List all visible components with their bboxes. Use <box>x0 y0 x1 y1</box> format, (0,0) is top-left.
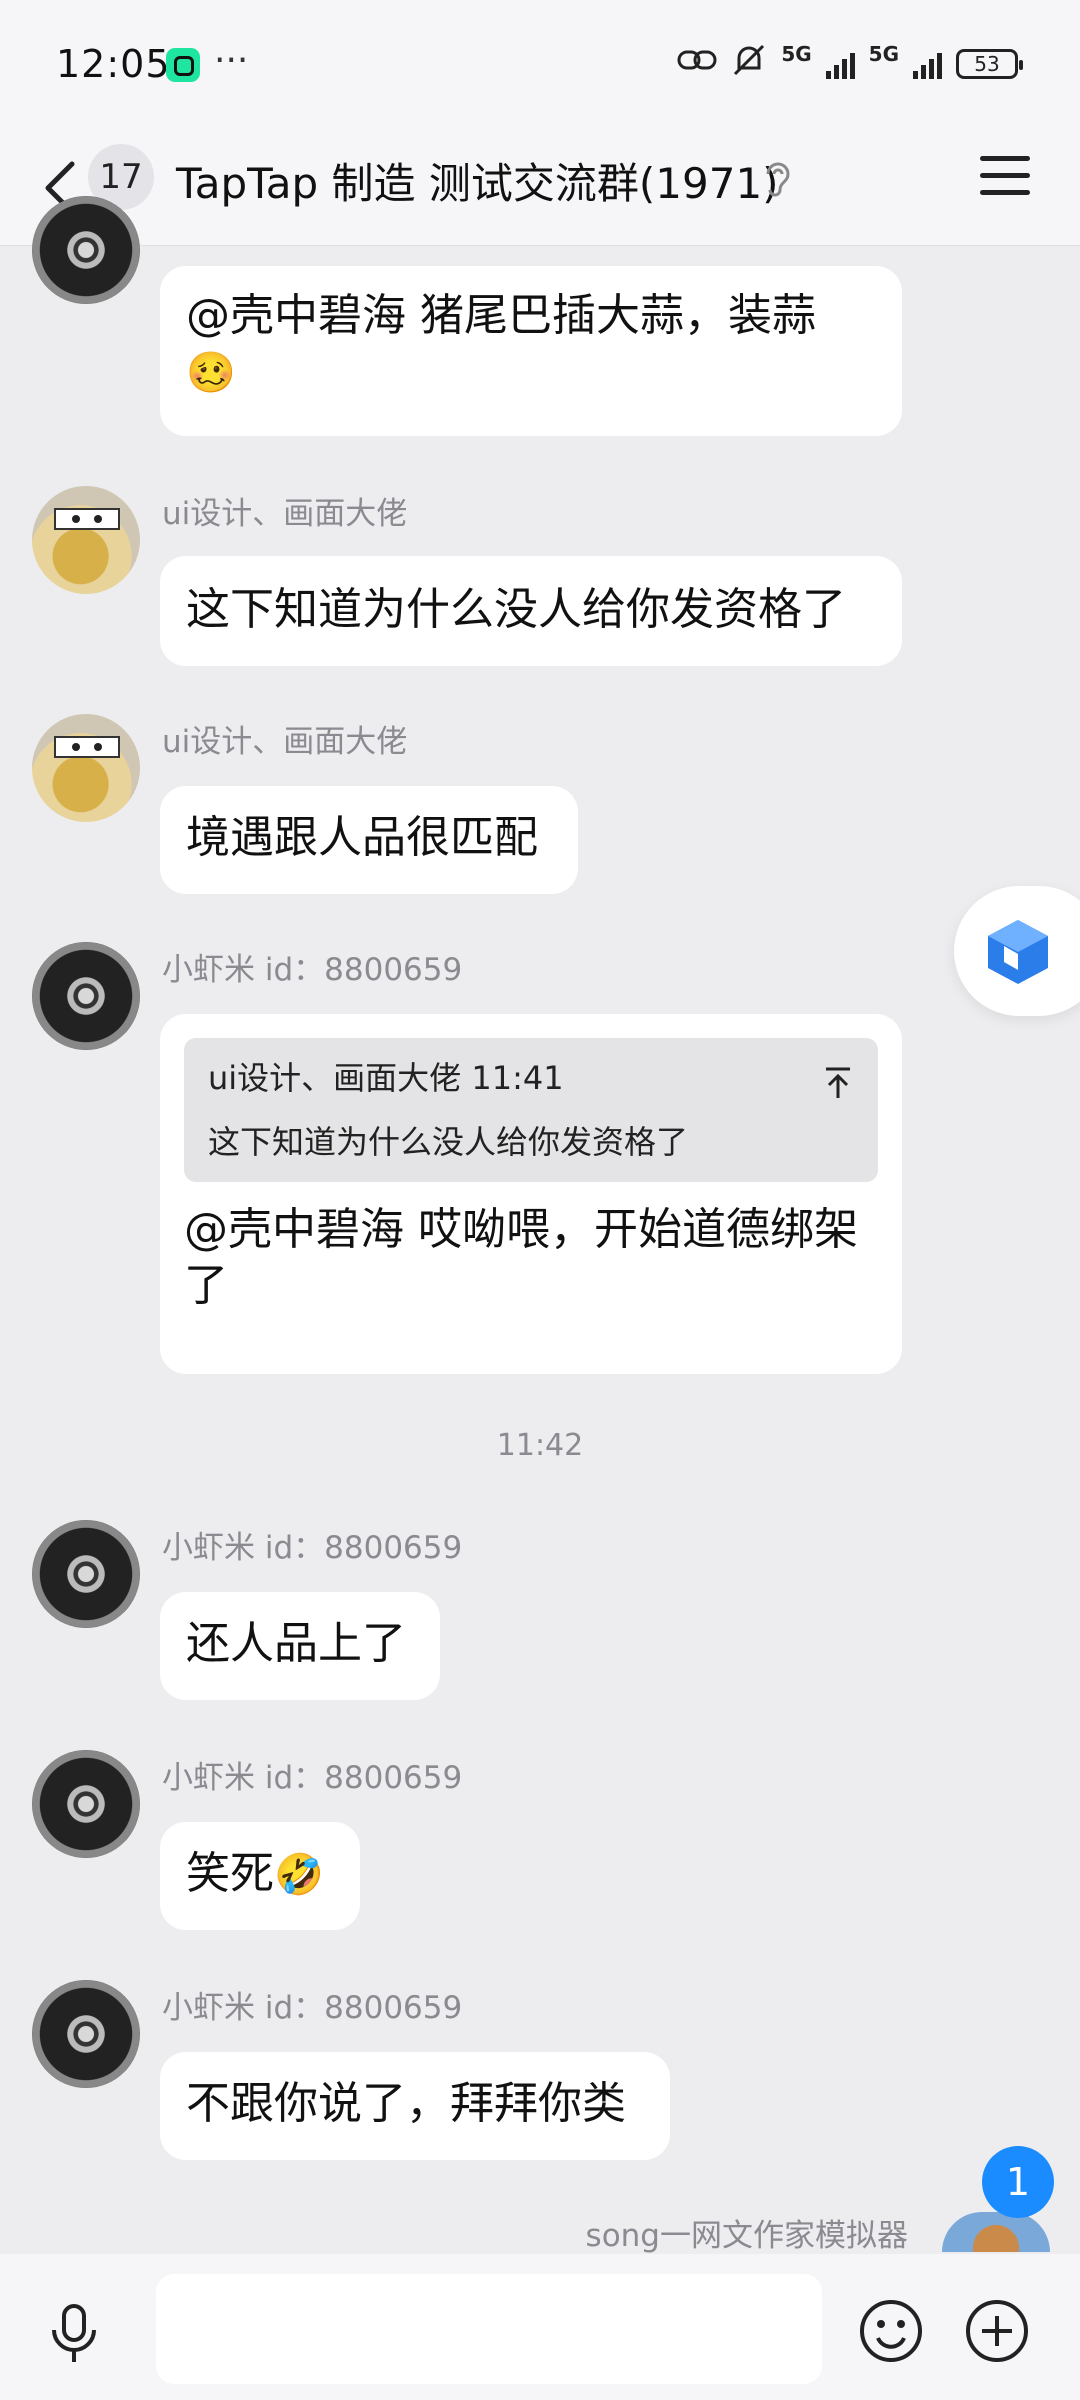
sender-name: ui设计、画面大佬 <box>162 496 408 532</box>
input-bar <box>0 2254 1080 2400</box>
app-notification-icon <box>166 48 200 82</box>
status-time: 12:05 <box>56 42 171 86</box>
signal-icon <box>825 49 855 79</box>
sender-name: 小虾米 id：8800659 <box>162 1530 463 1566</box>
plus-icon[interactable] <box>964 2298 1030 2364</box>
message-bubble[interactable]: 还人品上了 <box>160 1592 440 1700</box>
mute-icon <box>731 44 767 84</box>
message-text: 不跟你说了，拜拜你类 <box>186 2078 626 2129</box>
network-type-1: 5G <box>781 42 812 66</box>
sender-name: ui设计、画面大佬 <box>162 724 408 760</box>
network-type-2: 5G <box>868 42 899 66</box>
message-bubble[interactable]: ui设计、画面大佬 11:41 这下知道为什么没人给你发资格了 @壳中碧海 哎呦… <box>160 1014 902 1374</box>
quote-text: 这下知道为什么没人给你发资格了 <box>208 1123 689 1161</box>
message-bubble[interactable]: 不跟你说了，拜拜你类 <box>160 2052 670 2160</box>
signal-icon <box>913 49 942 79</box>
avatar[interactable] <box>32 1750 140 1858</box>
message-text: 境遇跟人品很匹配 <box>186 812 538 863</box>
status-bar: 12:05 ··· 5G 5G 53 <box>0 0 1080 130</box>
message-bubble[interactable]: 笑死🤣 <box>160 1822 360 1930</box>
sender-name: 小虾米 id：8800659 <box>162 952 463 988</box>
avatar[interactable] <box>942 2212 1050 2252</box>
hamburger-menu-icon[interactable] <box>980 154 1030 198</box>
cube-icon <box>988 920 1048 984</box>
quote-header: ui设计、画面大佬 11:41 <box>208 1059 564 1097</box>
avatar-eyes <box>54 508 120 530</box>
avatar[interactable] <box>32 486 140 594</box>
message-text: 笑死 <box>186 1848 274 1899</box>
new-message-badge[interactable]: 1 <box>982 2146 1054 2218</box>
sender-name: 小虾米 id：8800659 <box>162 1990 463 2026</box>
arrow-up-to-top-icon[interactable] <box>824 1066 852 1100</box>
emoji-icon[interactable] <box>858 2298 924 2364</box>
message-text: 这下知道为什么没人给你发资格了 <box>186 584 846 635</box>
ear-icon[interactable] <box>762 158 792 198</box>
time-separator: 11:42 <box>496 1428 584 1463</box>
message-input[interactable] <box>156 2274 822 2384</box>
message-bubble[interactable]: 境遇跟人品很匹配 <box>160 786 578 894</box>
status-icons: 5G 5G 53 <box>677 42 1023 84</box>
more-notifications-icon: ··· <box>214 40 249 81</box>
quoted-message[interactable]: ui设计、画面大佬 11:41 这下知道为什么没人给你发资格了 <box>184 1038 878 1182</box>
avatar[interactable] <box>32 942 140 1050</box>
message-text: @壳中碧海 猪尾巴插大蒜，装蒜 <box>186 290 816 341</box>
avatar[interactable] <box>32 196 140 304</box>
rofl-emoji: 🤣 <box>274 1852 324 1898</box>
avatar[interactable] <box>32 714 140 822</box>
avatar-eyes <box>54 736 120 758</box>
battery-icon: 53 <box>956 49 1023 79</box>
message-bubble[interactable]: @壳中碧海 猪尾巴插大蒜，装蒜 🥴 <box>160 266 902 436</box>
microphone-icon[interactable] <box>48 2304 100 2364</box>
woozy-face-emoji: 🥴 <box>186 350 236 396</box>
link-icon <box>677 46 717 82</box>
sender-name: song一网文作家模拟器 <box>585 2218 908 2254</box>
message-text: @壳中碧海 哎呦喂，开始道德绑架了 <box>184 1204 858 1311</box>
floating-assistant-button[interactable] <box>954 886 1080 1016</box>
message-bubble[interactable]: 这下知道为什么没人给你发资格了 <box>160 556 902 666</box>
message-text: 还人品上了 <box>186 1618 406 1669</box>
avatar[interactable] <box>32 1980 140 2088</box>
sender-name: 小虾米 id：8800659 <box>162 1760 463 1796</box>
avatar[interactable] <box>32 1520 140 1628</box>
page-title[interactable]: TapTap 制造 测试交流群(1971) <box>176 150 779 211</box>
